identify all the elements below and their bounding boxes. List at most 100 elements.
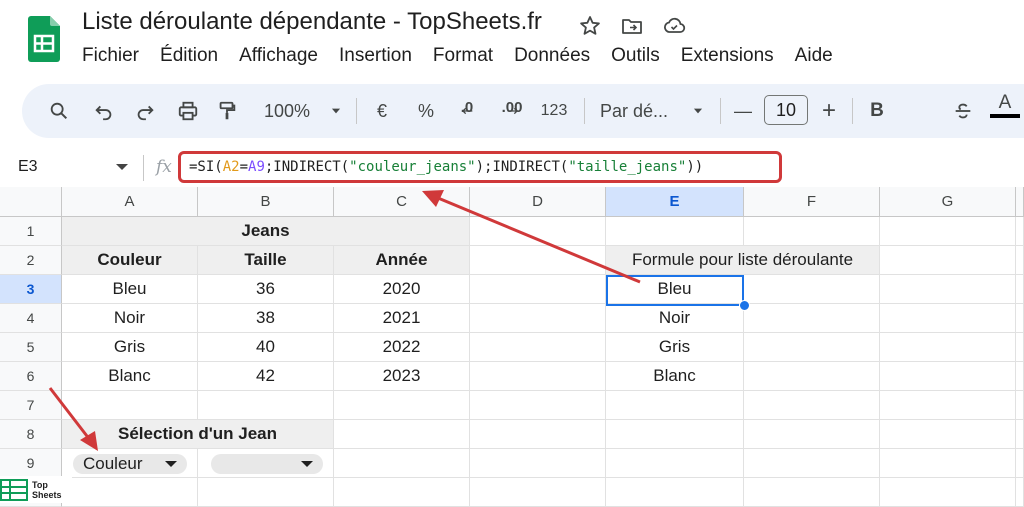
empty-cell[interactable] <box>744 304 880 333</box>
empty-cell[interactable] <box>1016 420 1024 449</box>
font-caret-icon[interactable] <box>690 84 706 138</box>
column-header-g[interactable]: G <box>880 187 1016 217</box>
empty-cell[interactable] <box>880 449 1016 478</box>
empty-cell[interactable] <box>470 217 606 246</box>
data-cell[interactable]: Blanc <box>62 362 198 391</box>
bold-button[interactable]: B <box>866 84 888 138</box>
paint-format-icon[interactable] <box>214 84 240 138</box>
sheets-logo-icon[interactable] <box>28 16 60 62</box>
empty-cell[interactable] <box>470 449 606 478</box>
table-title-cell[interactable]: Jeans <box>62 217 470 246</box>
data-cell[interactable]: 40 <box>198 333 334 362</box>
empty-cell[interactable] <box>1016 217 1024 246</box>
name-box[interactable]: E3 <box>18 158 38 176</box>
menu-outils[interactable]: Outils <box>611 45 660 67</box>
increase-font-size-button[interactable]: + <box>818 84 840 138</box>
empty-cell[interactable] <box>880 391 1016 420</box>
zoom-select[interactable]: 100% <box>258 84 316 138</box>
column-header-d[interactable]: D <box>470 187 606 217</box>
zoom-caret-icon[interactable] <box>328 84 344 138</box>
print-icon[interactable] <box>175 84 201 138</box>
menu-aide[interactable]: Aide <box>795 45 833 67</box>
empty-cell[interactable] <box>1016 304 1024 333</box>
redo-icon[interactable] <box>132 84 158 138</box>
font-select[interactable]: Par dé... <box>600 84 680 138</box>
empty-cell[interactable] <box>1016 391 1024 420</box>
data-cell[interactable]: Gris <box>62 333 198 362</box>
data-cell[interactable]: 36 <box>198 275 334 304</box>
row-header-3[interactable]: 3 <box>0 275 62 304</box>
column-header-f[interactable]: F <box>744 187 880 217</box>
row-header-7[interactable]: 7 <box>0 391 62 420</box>
menu-extensions[interactable]: Extensions <box>681 45 774 67</box>
fill-handle[interactable] <box>739 300 750 311</box>
empty-cell[interactable] <box>470 275 606 304</box>
column-header-b[interactable]: B <box>198 187 334 217</box>
row-header-6[interactable]: 6 <box>0 362 62 391</box>
dropdown-taille[interactable] <box>211 454 323 474</box>
font-size-input[interactable]: 10 <box>764 95 808 125</box>
formula-result-cell[interactable]: Blanc <box>606 362 744 391</box>
empty-cell[interactable] <box>1016 449 1024 478</box>
undo-icon[interactable] <box>91 84 117 138</box>
row-header-9[interactable]: 9 <box>0 449 62 478</box>
empty-cell[interactable] <box>880 333 1016 362</box>
header-cell-taille[interactable]: Taille <box>198 246 334 275</box>
data-cell[interactable]: 2022 <box>334 333 470 362</box>
empty-cell[interactable] <box>62 391 198 420</box>
row-header-2[interactable]: 2 <box>0 246 62 275</box>
menu-donnees[interactable]: Données <box>514 45 590 67</box>
empty-cell[interactable] <box>880 362 1016 391</box>
data-cell[interactable]: 2020 <box>334 275 470 304</box>
column-header-e[interactable]: E <box>606 187 744 217</box>
empty-cell[interactable] <box>606 217 744 246</box>
name-box-caret-icon[interactable] <box>116 164 128 170</box>
empty-cell[interactable] <box>470 333 606 362</box>
text-color-button[interactable]: A <box>990 78 1020 132</box>
formula-input[interactable]: =SI(A2=A9;INDIRECT("couleur_jeans");INDI… <box>178 151 782 183</box>
data-cell[interactable]: 42 <box>198 362 334 391</box>
empty-cell[interactable] <box>606 420 744 449</box>
data-cell[interactable]: Bleu <box>62 275 198 304</box>
empty-cell[interactable] <box>1016 333 1024 362</box>
number-format-button[interactable]: 123 <box>538 84 570 138</box>
empty-cell[interactable] <box>744 333 880 362</box>
percent-button[interactable]: % <box>414 84 438 138</box>
empty-cell[interactable] <box>1016 246 1024 275</box>
strikethrough-icon[interactable] <box>951 84 975 138</box>
empty-cell[interactable] <box>606 449 744 478</box>
empty-cell[interactable] <box>744 217 880 246</box>
cloud-saved-icon[interactable] <box>662 14 686 38</box>
document-title[interactable]: Liste déroulante dépendante - TopSheets.… <box>82 8 542 36</box>
empty-cell[interactable] <box>744 362 880 391</box>
empty-cell[interactable] <box>744 420 880 449</box>
menu-format[interactable]: Format <box>433 45 493 67</box>
column-header-a[interactable]: A <box>62 187 198 217</box>
empty-cell[interactable] <box>470 420 606 449</box>
formula-result-cell[interactable]: Gris <box>606 333 744 362</box>
header-cell-couleur[interactable]: Couleur <box>62 246 198 275</box>
empty-cell[interactable] <box>606 391 744 420</box>
empty-cell[interactable] <box>880 246 1016 275</box>
empty-cell[interactable] <box>470 246 606 275</box>
italic-button[interactable]: ​ <box>918 84 940 138</box>
formula-header-cell[interactable]: Formule pour liste déroulante <box>606 246 880 275</box>
empty-cell[interactable] <box>334 391 470 420</box>
row-header-5[interactable]: 5 <box>0 333 62 362</box>
menu-fichier[interactable]: Fichier <box>82 45 139 67</box>
empty-cell[interactable] <box>198 391 334 420</box>
menu-affichage[interactable]: Affichage <box>239 45 318 67</box>
column-header-c[interactable]: C <box>334 187 470 217</box>
empty-cell[interactable] <box>880 275 1016 304</box>
currency-button[interactable]: € <box>370 84 394 138</box>
empty-cell[interactable] <box>470 304 606 333</box>
select-all-corner[interactable] <box>0 187 62 217</box>
menu-insertion[interactable]: Insertion <box>339 45 412 67</box>
empty-cell[interactable] <box>880 420 1016 449</box>
row-header-8[interactable]: 8 <box>0 420 62 449</box>
empty-cell[interactable] <box>334 449 470 478</box>
data-cell[interactable]: Noir <box>62 304 198 333</box>
move-folder-icon[interactable] <box>620 14 644 38</box>
empty-cell[interactable] <box>470 391 606 420</box>
star-icon[interactable] <box>578 14 602 38</box>
